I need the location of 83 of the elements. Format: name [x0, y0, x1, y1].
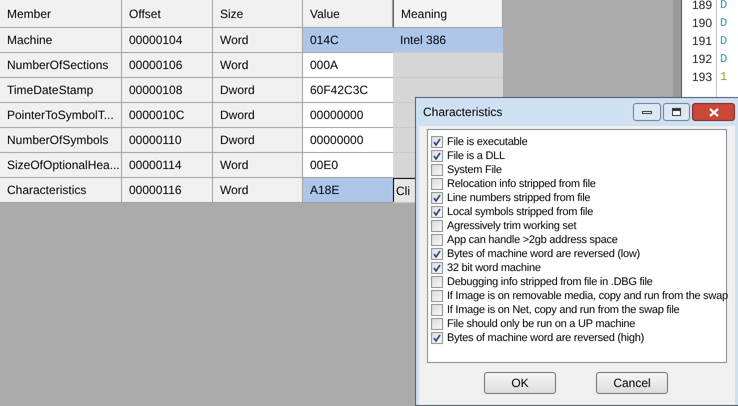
- column-header[interactable]: Value: [303, 0, 393, 28]
- column-header[interactable]: Member: [0, 0, 122, 28]
- checkbox[interactable]: [431, 206, 443, 218]
- close-icon: [708, 108, 718, 116]
- minimize-button[interactable]: [633, 103, 661, 121]
- checkbox[interactable]: [431, 290, 443, 302]
- checkbox-label: Bytes of machine word are reversed (high): [447, 331, 644, 345]
- table-cell: PointerToSymbolT...: [0, 103, 122, 128]
- value-cell[interactable]: 00000000: [303, 128, 393, 153]
- checkbox[interactable]: [431, 164, 443, 176]
- code-text: D: [720, 52, 728, 66]
- line-number: 193: [692, 69, 712, 86]
- dialog-button[interactable]: Cancel: [596, 372, 668, 394]
- checkbox[interactable]: [431, 136, 443, 148]
- checkbox[interactable]: [431, 276, 443, 288]
- checkbox[interactable]: [431, 262, 443, 274]
- checkbox-label: Local symbols stripped from file: [447, 205, 594, 219]
- code-text: D: [720, 34, 728, 48]
- code-text: D: [720, 16, 728, 30]
- checkbox[interactable]: [431, 332, 443, 344]
- table-cell: Dword: [213, 128, 303, 153]
- table-cell: Word: [213, 153, 303, 178]
- column-header[interactable]: Offset: [122, 0, 213, 28]
- checkbox-label: Line numbers stripped from file: [447, 191, 590, 205]
- column-header[interactable]: Size: [213, 0, 303, 28]
- checkbox[interactable]: [431, 234, 443, 246]
- checkbox-label: System File: [447, 163, 502, 177]
- table-cell: TimeDateStamp: [0, 78, 122, 103]
- table-cell: NumberOfSections: [0, 53, 122, 78]
- table-cell: 00000110: [122, 128, 213, 153]
- checkbox[interactable]: [431, 150, 443, 162]
- checkbox-label: If Image is on removable media, copy and run from the swap: [447, 289, 728, 303]
- checkbox-label: App can handle >2gb address space: [447, 233, 618, 247]
- dialog-button[interactable]: OK: [484, 372, 556, 394]
- value-cell[interactable]: 60F42C3C: [303, 78, 393, 103]
- table-cell: 00000116: [122, 178, 213, 203]
- table-cell: Characteristics: [0, 178, 122, 203]
- close-button[interactable]: [692, 103, 735, 121]
- checkbox[interactable]: [431, 318, 443, 330]
- code-text: 1: [720, 70, 728, 84]
- checkbox-label: 32 bit word machine: [447, 261, 541, 275]
- checkbox[interactable]: [431, 178, 443, 190]
- value-cell[interactable]: 00E0: [303, 153, 393, 178]
- table-cell: Word: [213, 178, 303, 203]
- checkbox-label: Debugging info stripped from file in .DBG file: [447, 275, 653, 289]
- dialog-title: Characteristics: [423, 104, 502, 121]
- table-cell: Machine: [0, 28, 122, 53]
- checkbox-label: Relocation info stripped from file: [447, 177, 596, 191]
- checkbox-label: File should only be run on a UP machine: [447, 317, 636, 331]
- code-text: D: [720, 0, 728, 12]
- table-cell: 00000108: [122, 78, 213, 103]
- meaning-edit-button[interactable]: Cli: [393, 178, 415, 202]
- checkbox[interactable]: [431, 248, 443, 260]
- line-number: 191: [692, 33, 712, 50]
- checkbox[interactable]: [431, 220, 443, 232]
- table-cell: 00000114: [122, 153, 213, 178]
- meaning-cell[interactable]: Intel 386: [393, 28, 503, 53]
- table-cell: Dword: [213, 103, 303, 128]
- value-cell[interactable]: 000A: [303, 53, 393, 78]
- column-header[interactable]: Meaning: [393, 0, 503, 28]
- checkbox-label: File is a DLL: [447, 149, 505, 163]
- table-cell: Word: [213, 28, 303, 53]
- table-cell: Dword: [213, 78, 303, 103]
- checkbox[interactable]: [431, 304, 443, 316]
- checkbox-label: If Image is on Net, copy and run from the swap file: [447, 303, 680, 317]
- value-cell[interactable]: A18E: [303, 178, 393, 203]
- checkbox-label: Bytes of machine word are reversed (low): [447, 247, 640, 261]
- checkbox[interactable]: [431, 192, 443, 204]
- table-cell: 00000106: [122, 53, 213, 78]
- line-number: 192: [692, 51, 712, 68]
- value-cell[interactable]: 014C: [303, 28, 393, 53]
- table-cell: SizeOfOptionalHea...: [0, 153, 122, 178]
- table-cell: NumberOfSymbols: [0, 128, 122, 153]
- value-cell[interactable]: 00000000: [303, 103, 393, 128]
- checkbox-label: File is executable: [447, 135, 528, 149]
- table-cell: 00000104: [122, 28, 213, 53]
- line-number: 189: [692, 0, 712, 14]
- line-number: 190: [692, 15, 712, 32]
- checkmark-icon: [433, 334, 441, 342]
- checkbox-label: Agressively trim working set: [447, 219, 576, 233]
- table-cell: Word: [213, 53, 303, 78]
- maximize-button[interactable]: [663, 103, 690, 121]
- table-cell: 0000010C: [122, 103, 213, 128]
